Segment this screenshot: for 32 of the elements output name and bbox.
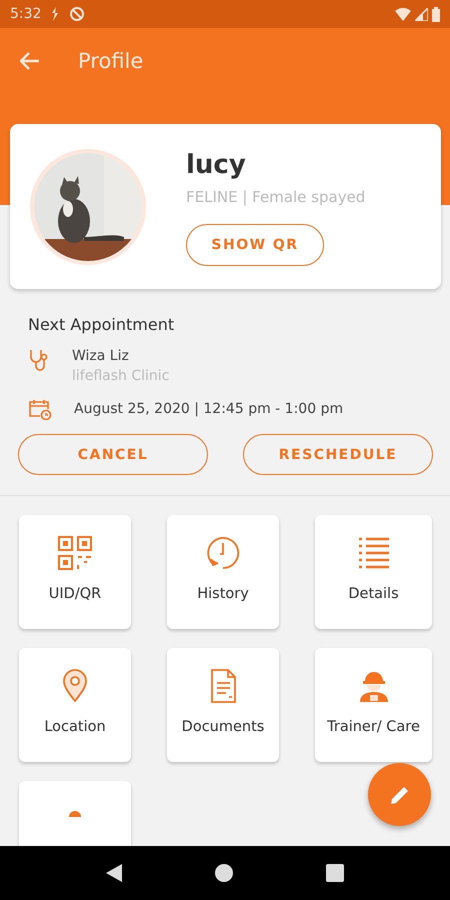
nav-recents-button[interactable]: [326, 864, 344, 882]
tile-label: Trainer/ Care: [327, 718, 420, 737]
tile-label: History: [197, 585, 249, 604]
pet-details: FELINE | Female spayed: [186, 188, 366, 206]
menu-tile[interactable]: UID/QR: [19, 515, 131, 629]
signal-icon: [415, 8, 428, 20]
menu-tile[interactable]: Trainer/ Care: [315, 648, 432, 762]
no-sync-icon: [69, 6, 86, 22]
menu-tile[interactable]: History: [167, 515, 279, 629]
status-time: 5:32: [10, 6, 42, 22]
clock-history-icon: [205, 535, 241, 571]
section-heading: Next Appointment: [28, 315, 176, 334]
sync-icon: [51, 7, 60, 21]
appointment-time: August 25, 2020 | 12:45 pm - 1:00 pm: [74, 401, 344, 417]
wifi-icon: [395, 8, 411, 20]
tile-label: Location: [44, 718, 106, 737]
tile-label: Details: [348, 585, 399, 604]
tile-label: Documents: [182, 718, 264, 737]
nav-back-button[interactable]: [106, 864, 122, 882]
menu-tile[interactable]: Details: [315, 515, 432, 629]
doctor-name: Wiza Liz: [72, 348, 130, 364]
menu-tile[interactable]: Documents: [167, 648, 279, 762]
pet-name: lucy: [186, 150, 246, 180]
calendar-clock-icon: [28, 398, 52, 420]
edit-button[interactable]: [368, 763, 431, 826]
menu-tile[interactable]: Location: [19, 648, 131, 762]
tile-label: UID/QR: [48, 585, 102, 604]
battery-icon: [432, 6, 440, 22]
qr-code-icon: [57, 535, 93, 571]
stethoscope-icon: [28, 348, 50, 372]
nav-home-button[interactable]: [214, 864, 233, 882]
screen-title: Profile: [78, 49, 144, 73]
